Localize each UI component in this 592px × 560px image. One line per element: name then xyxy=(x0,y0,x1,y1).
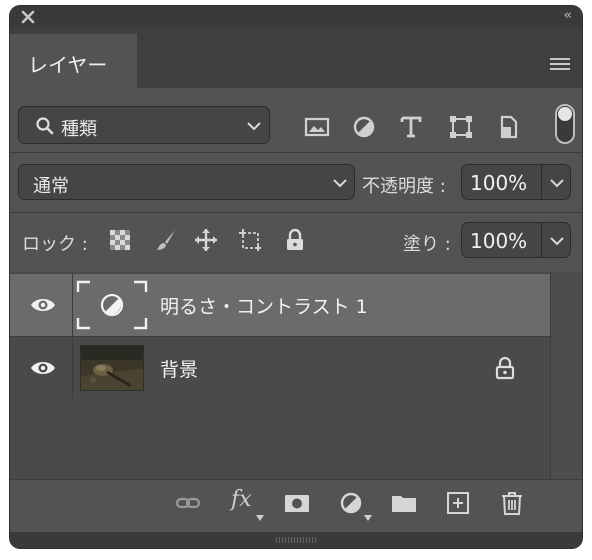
layers-scrollbar[interactable] xyxy=(550,272,582,479)
fill-field[interactable]: 100% xyxy=(461,222,571,258)
layer-name[interactable]: 明るさ・コントラスト 1 xyxy=(160,292,368,319)
filter-kind-select[interactable]: 種類 xyxy=(18,106,270,144)
layer-row-background[interactable]: 背景 xyxy=(10,336,550,398)
new-adjustment-layer-icon[interactable] xyxy=(338,490,364,516)
filter-pixel-layer-icon[interactable] xyxy=(304,114,330,140)
add-mask-icon[interactable] xyxy=(284,490,310,516)
lock-all-icon[interactable] xyxy=(283,228,307,252)
column-divider xyxy=(72,274,73,398)
collapse-panel-button[interactable]: ‹‹ xyxy=(564,8,573,23)
fill-label: 塗り : xyxy=(403,234,451,255)
resize-grip[interactable] xyxy=(10,532,582,548)
dropdown-triangle-icon xyxy=(364,515,372,521)
lock-transparent-pixels-icon[interactable] xyxy=(108,228,132,252)
lock-image-pixels-icon[interactable] xyxy=(154,228,178,252)
opacity-field[interactable]: 100% xyxy=(461,164,571,200)
delete-layer-icon[interactable] xyxy=(499,490,525,516)
visibility-eye-icon[interactable] xyxy=(30,295,56,315)
divider xyxy=(10,212,582,213)
new-layer-icon[interactable] xyxy=(445,490,471,516)
tab-layers-label: レイヤー xyxy=(28,53,108,77)
layer-name[interactable]: 背景 xyxy=(160,355,198,382)
adjustment-layer-thumbnail xyxy=(76,280,148,330)
divider xyxy=(10,152,582,153)
chevron-down-icon xyxy=(247,122,261,131)
lock-artboard-icon[interactable] xyxy=(238,228,262,252)
filter-shape-layer-icon[interactable] xyxy=(448,114,474,140)
opacity-value[interactable]: 100% xyxy=(470,171,527,195)
tab-layers[interactable]: レイヤー xyxy=(10,34,137,88)
new-group-icon[interactable] xyxy=(391,490,417,516)
lock-label: ロック : xyxy=(22,234,88,255)
chevron-down-icon[interactable] xyxy=(550,179,564,188)
layer-row-brightness-contrast[interactable]: 明るさ・コントラスト 1 xyxy=(10,274,550,336)
layers-list: 明るさ・コントラスト 1 背景 xyxy=(10,272,582,479)
layers-panel: ‹‹ レイヤー 種類 通常 不透明度: 100% ロック: 塗り: 100… xyxy=(10,6,582,548)
tab-strip: レイヤー xyxy=(10,28,582,88)
dropdown-triangle-icon xyxy=(256,515,264,521)
chevron-down-icon xyxy=(333,179,347,188)
filter-adjustment-layer-icon[interactable] xyxy=(351,114,377,140)
opacity-label: 不透明度 : xyxy=(362,176,446,197)
close-icon[interactable] xyxy=(20,9,36,25)
lock-position-icon[interactable] xyxy=(194,228,218,252)
link-layers-icon[interactable] xyxy=(175,490,201,516)
filter-toggle-switch[interactable] xyxy=(555,104,575,144)
chevron-down-icon[interactable] xyxy=(550,237,564,246)
search-icon xyxy=(36,117,54,135)
visibility-eye-icon[interactable] xyxy=(30,358,56,378)
filter-type-layer-icon[interactable] xyxy=(398,114,424,140)
panel-menu-icon[interactable] xyxy=(550,58,570,72)
add-layer-style-icon[interactable]: fx xyxy=(231,487,252,512)
background-layer-thumbnail xyxy=(80,345,144,391)
filter-smart-object-icon[interactable] xyxy=(496,114,522,140)
filter-kind-label: 種類 xyxy=(61,119,97,140)
blend-mode-label: 通常 xyxy=(33,176,69,197)
panel-title-bar: ‹‹ xyxy=(10,6,582,28)
layer-lock-icon xyxy=(495,356,515,380)
blend-mode-select[interactable]: 通常 xyxy=(18,164,355,200)
fill-value[interactable]: 100% xyxy=(470,229,527,253)
